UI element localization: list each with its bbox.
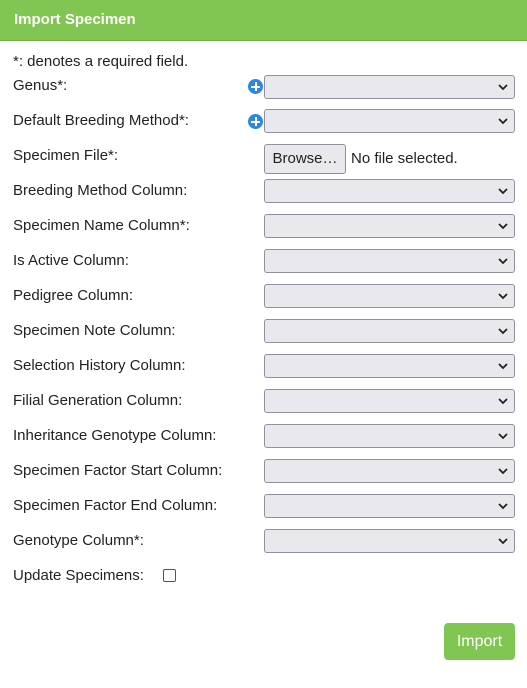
default-breeding-method-label: Default Breeding Method*: [13,112,189,129]
required-field-note: *: denotes a required field. [13,53,189,70]
breeding-method-column-select[interactable] [264,179,515,203]
is-active-column-label: Is Active Column: [13,252,129,269]
is-active-column-select[interactable] [264,249,515,273]
chevron-down-icon [498,503,508,510]
breeding-method-column-label: Breeding Method Column: [13,182,188,199]
chevron-down-icon [498,363,508,370]
specimen-factor-start-column-select[interactable] [264,459,515,483]
update-specimens-label: Update Specimens: [13,567,144,584]
specimen-file-label: Specimen File*: [13,147,119,164]
inheritance-genotype-column-select[interactable] [264,424,515,448]
inheritance-genotype-column-label: Inheritance Genotype Column: [13,427,217,444]
specimen-factor-start-column-label: Specimen Factor Start Column: [13,462,223,479]
pedigree-column-select[interactable] [264,284,515,308]
chevron-down-icon [498,293,508,300]
chevron-down-icon [498,468,508,475]
specimen-name-column-select[interactable] [264,214,515,238]
genotype-column-select[interactable] [264,529,515,553]
add-breeding-method-icon[interactable] [248,114,263,129]
chevron-down-icon [498,328,508,335]
specimen-note-column-label: Specimen Note Column: [13,322,176,339]
default-breeding-method-select[interactable] [264,109,515,133]
genus-label: Genus*: [13,77,68,94]
chevron-down-icon [498,188,508,195]
import-button[interactable]: Import [444,623,515,660]
add-genus-icon[interactable] [248,79,263,94]
chevron-down-icon [498,433,508,440]
file-status: No file selected. [351,150,458,167]
specimen-note-column-select[interactable] [264,319,515,343]
browse-button[interactable]: Browse… [264,144,346,174]
specimen-factor-end-column-label: Specimen Factor End Column: [13,497,218,514]
filial-generation-column-select[interactable] [264,389,515,413]
chevron-down-icon [498,538,508,545]
genotype-column-label: Genotype Column*: [13,532,144,549]
specimen-name-column-label: Specimen Name Column*: [13,217,190,234]
selection-history-column-select[interactable] [264,354,515,378]
selection-history-column-label: Selection History Column: [13,357,186,374]
filial-generation-column-label: Filial Generation Column: [13,392,183,409]
dialog-title: Import Specimen [14,11,136,28]
chevron-down-icon [498,223,508,230]
dialog-header: Import Specimen [0,0,527,41]
genus-select[interactable] [264,75,515,99]
chevron-down-icon [498,398,508,405]
chevron-down-icon [498,118,508,125]
chevron-down-icon [498,258,508,265]
pedigree-column-label: Pedigree Column: [13,287,134,304]
chevron-down-icon [498,84,508,91]
specimen-factor-end-column-select[interactable] [264,494,515,518]
update-specimens-checkbox[interactable] [163,569,176,582]
